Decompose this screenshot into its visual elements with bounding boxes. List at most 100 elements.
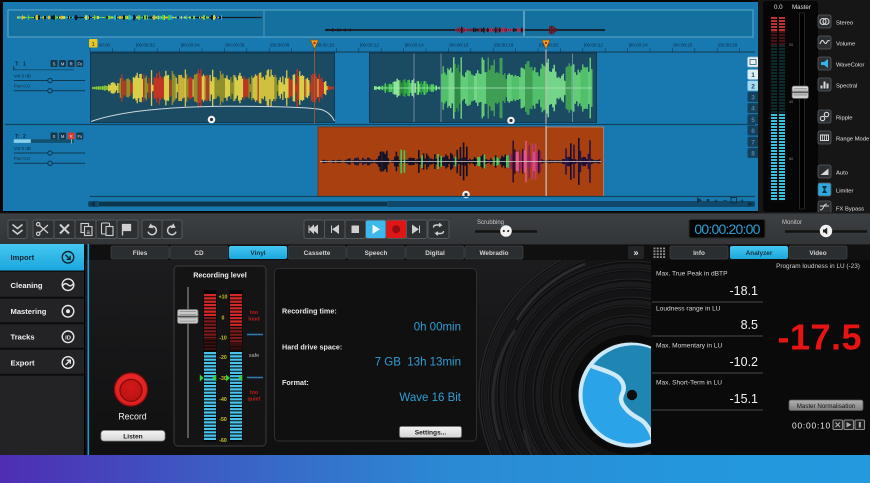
svg-text:too: too — [250, 390, 259, 396]
svg-text:Stereo: Stereo — [836, 20, 853, 26]
svg-text:Recording time:: Recording time: — [282, 307, 337, 316]
svg-text:Monitor: Monitor — [782, 220, 802, 226]
svg-text:8: 8 — [751, 151, 755, 158]
svg-text:2: 2 — [751, 83, 755, 90]
svg-text:-18.1: -18.1 — [730, 284, 759, 298]
svg-text:Import: Import — [11, 253, 35, 262]
svg-text:7: 7 — [751, 139, 755, 146]
svg-text:S: S — [53, 134, 56, 139]
svg-text:Mastering: Mastering — [11, 307, 47, 316]
svg-text:+10: +10 — [219, 294, 228, 300]
svg-text:2: 2 — [23, 134, 26, 140]
svg-text:60: 60 — [789, 157, 793, 161]
svg-text:|00:00:22: |00:00:22 — [584, 43, 604, 48]
svg-text:Max. True Peak in dBTP: Max. True Peak in dBTP — [656, 271, 728, 278]
svg-text:Pan 0.0: Pan 0.0 — [14, 84, 30, 89]
svg-text:-30: -30 — [219, 376, 227, 382]
svg-text:|00:00:10: |00:00:10 — [315, 43, 335, 48]
svg-text:Video: Video — [809, 250, 826, 257]
svg-text:M: M — [61, 62, 65, 67]
svg-text:-17.5: -17.5 — [777, 317, 862, 358]
svg-text:40: 40 — [789, 100, 793, 104]
svg-text:Master Normalisation: Master Normalisation — [797, 403, 856, 410]
svg-text:Program loudness in LU (-23): Program loudness in LU (-23) — [776, 263, 860, 270]
svg-text:7 GB 13h 13min: 7 GB 13h 13min — [375, 357, 461, 369]
svg-text:T:: T: — [15, 134, 20, 140]
svg-text:R: R — [70, 62, 73, 67]
svg-text:|00:00:14: |00:00:14 — [405, 43, 425, 48]
svg-text:Listen: Listen — [123, 433, 142, 440]
svg-text:Digital: Digital — [425, 250, 445, 257]
svg-text:Auto: Auto — [836, 170, 848, 176]
svg-text:Scrubbing: Scrubbing — [477, 220, 504, 226]
svg-text:|00:00:06: |00:00:06 — [225, 43, 245, 48]
svg-text:Pan 0.0: Pan 0.0 — [14, 156, 30, 161]
svg-text:Format:: Format: — [282, 378, 309, 387]
svg-text:Max. Short-Term in LU: Max. Short-Term in LU — [656, 380, 722, 387]
svg-text:Recording level: Recording level — [193, 271, 247, 280]
svg-text:Limiter: Limiter — [836, 188, 853, 194]
svg-text:Speech: Speech — [365, 250, 388, 257]
svg-text:-10.2: -10.2 — [730, 355, 759, 369]
svg-text:1: 1 — [751, 72, 755, 79]
svg-text:»: » — [633, 248, 638, 258]
svg-text:0.0: 0.0 — [774, 4, 783, 11]
svg-text:|00:00:04: |00:00:04 — [181, 43, 201, 48]
svg-text:loud: loud — [248, 317, 259, 323]
svg-text:M: M — [61, 134, 65, 139]
svg-text:Hard drive space:: Hard drive space: — [282, 343, 342, 352]
svg-text:-50: -50 — [219, 417, 227, 423]
svg-text:0: 0 — [222, 315, 225, 321]
svg-text:|00:00:02: |00:00:02 — [136, 43, 156, 48]
svg-text:1: 1 — [92, 42, 95, 48]
svg-text:Record: Record — [118, 412, 146, 422]
svg-text:+: + — [740, 199, 744, 206]
svg-text:Settings...: Settings... — [415, 430, 447, 437]
svg-text:R: R — [70, 134, 73, 139]
svg-text:6: 6 — [751, 128, 755, 135]
svg-text:−: − — [723, 198, 727, 205]
svg-text:Analyzer: Analyzer — [746, 250, 773, 257]
svg-text:Master: Master — [792, 4, 811, 11]
svg-text:T:: T: — [15, 62, 20, 68]
svg-text:ID: ID — [65, 335, 71, 341]
svg-text:Ripple: Ripple — [836, 115, 852, 121]
svg-text:Max. Momentary in LU: Max. Momentary in LU — [656, 343, 723, 350]
svg-text:Cassette: Cassette — [304, 250, 331, 257]
svg-text:|00:00:28: |00:00:28 — [718, 43, 738, 48]
svg-text:5: 5 — [751, 117, 755, 124]
svg-text:0h 00min: 0h 00min — [414, 322, 461, 334]
svg-text:Tracks: Tracks — [11, 333, 35, 342]
svg-text:-60: -60 — [219, 438, 227, 444]
svg-text:Files: Files — [133, 250, 148, 257]
svg-text:|00:00:24: |00:00:24 — [629, 43, 649, 48]
svg-text:S: S — [53, 62, 56, 67]
svg-text:00:00:20:00: 00:00:20:00 — [694, 221, 760, 237]
svg-text:Info: Info — [693, 250, 705, 257]
svg-text:WaveColor: WaveColor — [836, 62, 865, 68]
svg-text:+: + — [714, 199, 718, 206]
svg-text:8.5: 8.5 — [741, 318, 758, 332]
svg-text:Cleaning: Cleaning — [11, 281, 43, 290]
svg-text:-20: -20 — [219, 355, 227, 361]
svg-text:Range Mode: Range Mode — [836, 136, 869, 142]
svg-text:Spectral: Spectral — [836, 83, 857, 89]
svg-text:Vinyl: Vinyl — [250, 250, 265, 257]
svg-text:4: 4 — [751, 106, 755, 113]
svg-text:Loudness range in LU: Loudness range in LU — [656, 306, 721, 313]
svg-text:Webradio: Webradio — [480, 250, 509, 257]
svg-text:-10: -10 — [219, 335, 227, 341]
svg-text:Wave 16 Bit: Wave 16 Bit — [399, 392, 461, 404]
svg-text:Vol 0 dB: Vol 0 dB — [14, 74, 31, 79]
svg-text:1: 1 — [23, 62, 26, 68]
svg-text:-40: -40 — [219, 397, 227, 403]
svg-text:|00:00:08: |00:00:08 — [270, 43, 290, 48]
svg-text:safe: safe — [249, 353, 259, 359]
svg-text:too: too — [250, 310, 259, 316]
svg-text:-15.1: -15.1 — [730, 392, 759, 406]
svg-text:Volume: Volume — [836, 41, 855, 47]
svg-text:|00:00:12: |00:00:12 — [360, 43, 380, 48]
svg-text:|00:00:18: |00:00:18 — [494, 43, 514, 48]
svg-text:00:00:10: 00:00:10 — [792, 421, 831, 431]
svg-text:20: 20 — [789, 43, 793, 47]
